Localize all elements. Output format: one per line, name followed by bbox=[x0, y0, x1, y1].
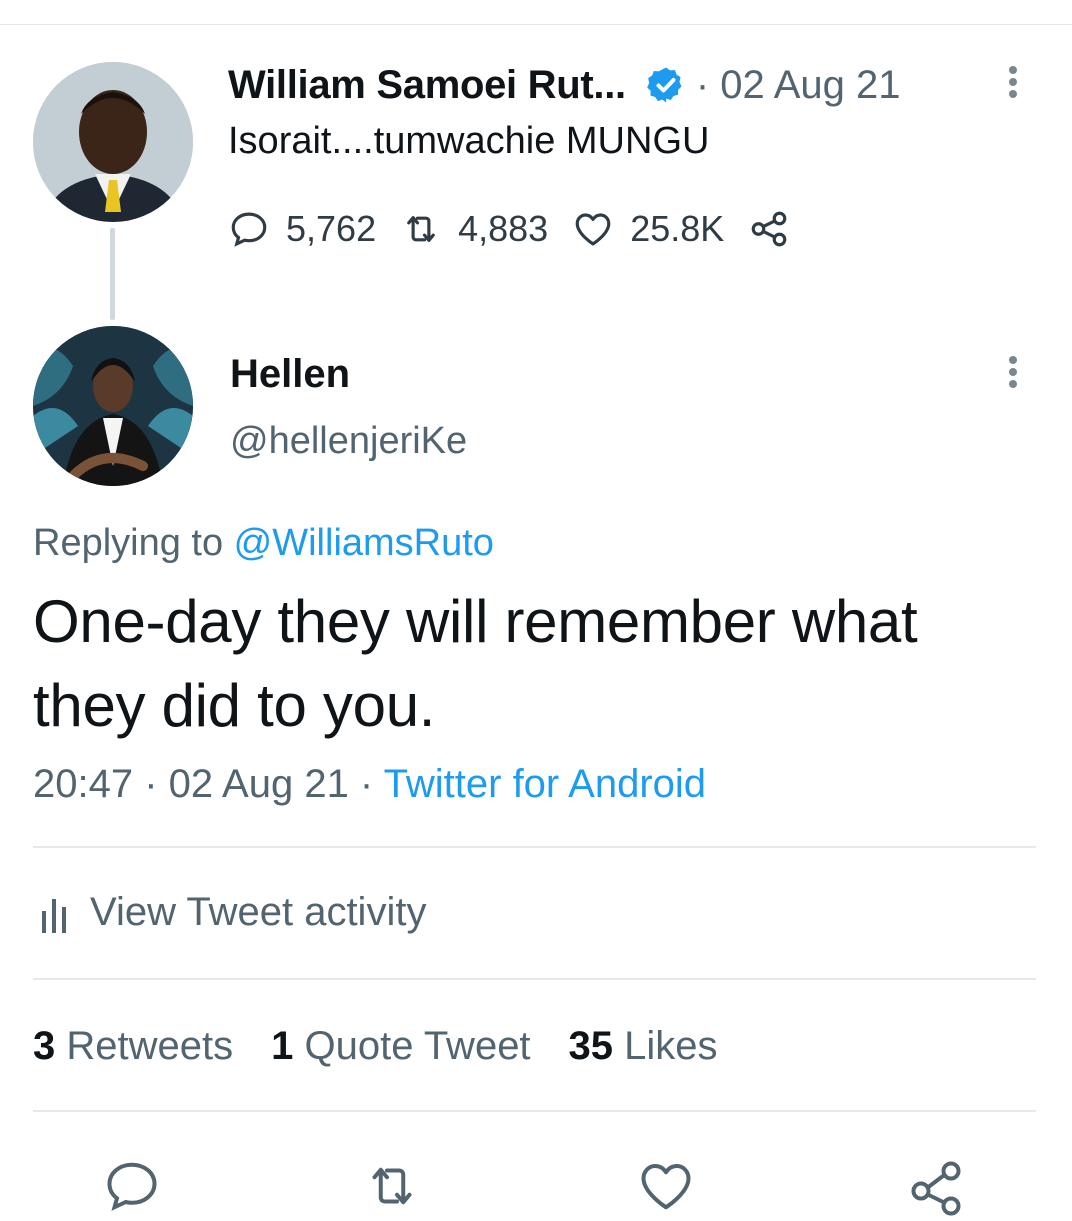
reply-author-handle[interactable]: @hellenjeriKe bbox=[230, 420, 467, 463]
reply-author-name[interactable]: Hellen bbox=[230, 352, 350, 397]
reply-tweet-text: One-day they will remember what they did… bbox=[33, 588, 918, 739]
engagement-stats: 3 Retweets 1 Quote Tweet 35 Likes bbox=[33, 1024, 718, 1069]
share-action[interactable] bbox=[748, 208, 806, 250]
quote-tweets-stat-link[interactable]: 1 Quote Tweet bbox=[271, 1024, 530, 1069]
share-icon bbox=[911, 1161, 961, 1216]
quote-tweets-stat-count: 1 bbox=[271, 1024, 294, 1068]
heart-icon bbox=[641, 1164, 691, 1210]
retweet-count: 4,883 bbox=[458, 208, 549, 249]
parent-tweet-text: Isorait....tumwachie MUNGU bbox=[228, 120, 710, 162]
view-tweet-activity-button[interactable]: View Tweet activity bbox=[40, 890, 426, 935]
replying-to-handle-link[interactable]: @WilliamsRuto bbox=[234, 522, 494, 564]
reply-count: 5,762 bbox=[286, 208, 377, 249]
tweet-source-link[interactable]: Twitter for Android bbox=[384, 762, 706, 806]
likes-stat-label: Likes bbox=[613, 1024, 718, 1068]
reply-avatar-image bbox=[33, 326, 193, 486]
retweet-button[interactable] bbox=[362, 1156, 422, 1216]
parent-actions: 5,762 4,883 25.8K bbox=[228, 204, 806, 254]
replying-label: Replying to bbox=[33, 522, 234, 564]
retweet-icon bbox=[372, 1167, 412, 1205]
share-button[interactable] bbox=[906, 1156, 966, 1216]
parent-timestamp[interactable]: · 02 Aug 21 bbox=[696, 63, 901, 108]
divider bbox=[33, 846, 1036, 848]
tweet-timestamp: 20:47 · 02 Aug 21 · bbox=[33, 762, 384, 806]
likes-stat-count: 35 bbox=[568, 1024, 614, 1068]
retweet-icon bbox=[407, 216, 435, 242]
parent-header: William Samoei Rut... · 02 Aug 21 bbox=[228, 62, 900, 108]
like-count: 25.8K bbox=[630, 208, 725, 249]
share-icon bbox=[751, 211, 787, 247]
parent-more-icon[interactable] bbox=[1000, 62, 1026, 106]
heart-icon bbox=[575, 213, 611, 246]
tweet-action-bar bbox=[0, 1148, 1072, 1216]
parent-avatar-image bbox=[33, 62, 193, 222]
retweet-action[interactable]: 4,883 bbox=[400, 208, 548, 250]
view-tweet-activity-label: View Tweet activity bbox=[90, 890, 427, 934]
reply-avatar[interactable] bbox=[33, 326, 193, 486]
like-action[interactable]: 25.8K bbox=[572, 208, 724, 250]
tweet-meta: 20:47 · 02 Aug 21 · Twitter for Android bbox=[33, 762, 706, 807]
like-button[interactable] bbox=[636, 1156, 696, 1216]
divider bbox=[33, 1110, 1036, 1112]
verified-badge-icon bbox=[647, 67, 682, 103]
activity-chart-icon bbox=[42, 898, 66, 933]
retweets-stat-count: 3 bbox=[33, 1024, 56, 1068]
parent-author-name[interactable]: William Samoei Rut... bbox=[228, 63, 626, 108]
quote-tweets-stat-label: Quote Tweet bbox=[293, 1024, 531, 1068]
likes-stat-link[interactable]: 35 Likes bbox=[569, 1024, 718, 1069]
divider bbox=[33, 978, 1036, 980]
replying-to: Replying to @WilliamsRuto bbox=[33, 522, 494, 565]
reply-action[interactable]: 5,762 bbox=[228, 208, 376, 250]
reply-button[interactable] bbox=[102, 1156, 162, 1216]
retweets-stat-label: Retweets bbox=[55, 1024, 234, 1068]
reply-more-icon[interactable] bbox=[1000, 352, 1026, 396]
parent-avatar[interactable] bbox=[33, 62, 193, 222]
retweets-stat-link[interactable]: 3 Retweets bbox=[33, 1024, 233, 1069]
top-divider bbox=[0, 24, 1072, 25]
reply-icon bbox=[231, 212, 267, 247]
reply-icon bbox=[107, 1162, 157, 1211]
thread-line bbox=[110, 228, 115, 320]
